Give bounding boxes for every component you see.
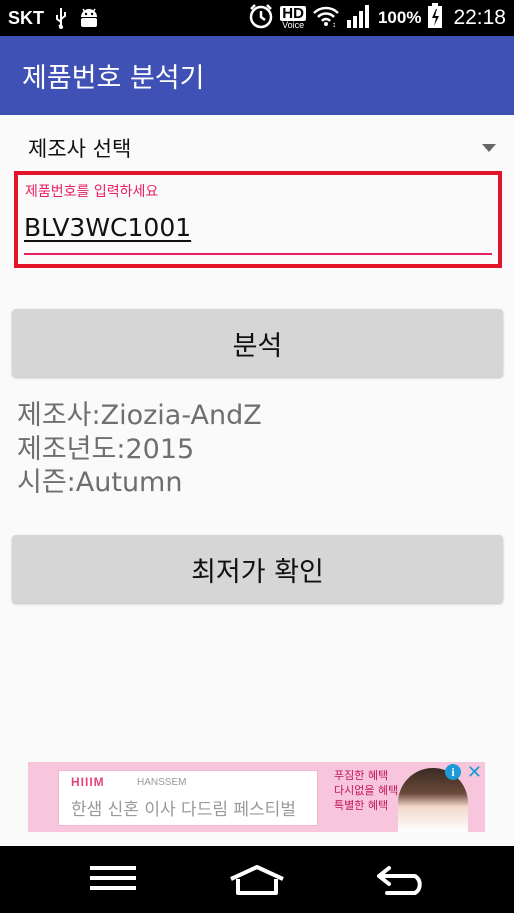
signal-icon (346, 4, 372, 32)
status-icons-right: HD Voice ↕ 100% 22:18 (248, 3, 506, 33)
back-icon[interactable] (375, 864, 429, 900)
ad-info-icon[interactable]: i (445, 764, 461, 780)
dropdown-arrow-icon (482, 144, 496, 152)
alarm-icon (248, 3, 274, 33)
wifi-icon: ↕ (312, 5, 340, 31)
svg-text:↕: ↕ (332, 20, 336, 27)
app-title: 제품번호 분석기 (22, 63, 205, 94)
product-number-field[interactable]: 제품번호를 입력하세요 BLV3WC1001 (14, 171, 502, 268)
product-number-input[interactable]: BLV3WC1001 (24, 213, 191, 242)
app-bar: 제품번호 분석기 (0, 36, 514, 115)
ad-content-box: HIIIM HANSSEM 한샘 신혼 이사 다드림 페스티벌 (58, 770, 318, 826)
manufacturer-spinner-label: 제조사 선택 (28, 137, 132, 161)
battery-charging-icon (427, 3, 443, 33)
ad-brand-name: HANSSEM (137, 777, 187, 788)
usb-icon (54, 7, 68, 29)
ad-headline: 한샘 신혼 이사 다드림 페스티벌 (71, 800, 296, 820)
input-underline (24, 253, 492, 255)
product-number-hint: 제품번호를 입력하세요 (25, 184, 159, 200)
voice-label: Voice (282, 20, 305, 30)
hd-voice-icon: HD Voice (280, 6, 306, 30)
result-season: 시즌:Autumn (17, 467, 183, 498)
battery-percent: 100% (377, 8, 422, 27)
ad-benefit-1: 푸짐한 혜택 (334, 769, 389, 782)
android-debug-icon (78, 7, 100, 29)
ad-banner[interactable]: HIIIM HANSSEM 한샘 신혼 이사 다드림 페스티벌 푸짐한 혜택 다… (28, 762, 485, 832)
ad-close-icon[interactable]: ✕ (467, 762, 482, 783)
clock: 22:18 (453, 6, 506, 29)
lowest-price-button[interactable]: 최저가 확인 (12, 535, 503, 603)
menu-icon[interactable] (90, 864, 136, 896)
status-bar: SKT HD Voice ↕ 100% 22:18 (0, 0, 514, 36)
home-icon[interactable] (228, 864, 286, 900)
carrier-label: SKT (8, 7, 44, 28)
ad-benefits: 푸짐한 혜택 다시없을 혜택 특별한 혜택 (334, 768, 398, 813)
navigation-bar (0, 846, 514, 913)
analyze-button[interactable]: 분석 (12, 309, 503, 377)
ad-benefit-3: 특별한 혜택 (334, 799, 389, 812)
ad-benefit-2: 다시없을 혜택 (334, 784, 399, 797)
manufacturer-spinner[interactable]: 제조사 선택 (14, 128, 502, 168)
ad-brand-logo: HIIIM (71, 775, 105, 789)
hd-label: HD (280, 5, 306, 22)
